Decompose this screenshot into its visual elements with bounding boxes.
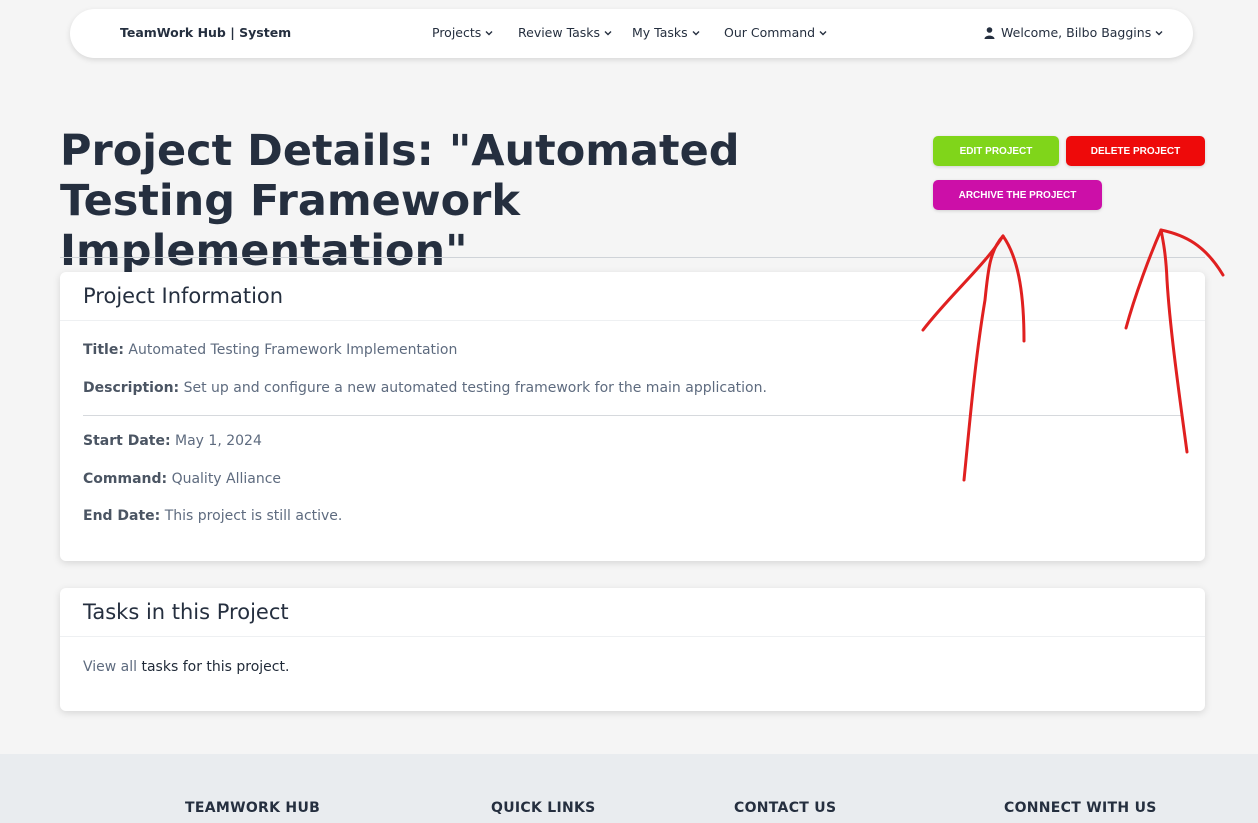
tasks-heading: Tasks in this Project <box>60 588 1205 637</box>
project-info-heading: Project Information <box>60 272 1205 321</box>
project-info-card: Project Information Title: Automated Tes… <box>60 272 1205 561</box>
end-date-label: End Date: <box>83 508 161 524</box>
arrow-under-delete-right-head <box>1159 228 1225 277</box>
user-welcome-label: Welcome, Bilbo Baggins <box>1001 25 1152 40</box>
top-navbar: TeamWork Hub | System Projects Review Ta… <box>70 9 1193 58</box>
nav-projects-label: Projects <box>432 25 482 40</box>
footer-heading-teamwork-hub: TEAMWORK HUB <box>185 800 321 816</box>
project-title-row: Title: Automated Testing Framework Imple… <box>83 342 457 358</box>
title-value: Automated Testing Framework Implementati… <box>128 342 458 358</box>
info-divider <box>83 415 1183 416</box>
view-all-tasks-link[interactable]: View all <box>83 659 137 675</box>
command-label: Command: <box>83 471 168 487</box>
nav-projects-dropdown[interactable]: Projects <box>432 25 494 40</box>
nav-review-tasks-label: Review Tasks <box>518 25 601 40</box>
nav-review-tasks-dropdown[interactable]: Review Tasks <box>518 25 613 40</box>
header-divider <box>60 257 1205 258</box>
archive-project-button[interactable]: Archive the Project <box>933 180 1102 210</box>
end-date-row: End Date: This project is still active. <box>83 508 342 524</box>
delete-project-button[interactable]: Delete Project <box>1066 136 1205 166</box>
project-description-row: Description: Set up and configure a new … <box>83 380 767 396</box>
footer-heading-connect: CONNECT WITH US <box>1004 800 1157 816</box>
project-tasks-card: Tasks in this Project View all tasks for… <box>60 588 1205 711</box>
end-date-value: This project is still active. <box>164 508 343 524</box>
title-label: Title: <box>83 342 124 358</box>
nav-my-tasks-dropdown[interactable]: My Tasks <box>632 25 701 40</box>
description-value: Set up and configure a new automated tes… <box>183 380 767 396</box>
start-date-value: May 1, 2024 <box>175 433 262 449</box>
start-date-label: Start Date: <box>83 433 171 449</box>
tasks-suffix-text: tasks for this project. <box>141 659 290 675</box>
chevron-down-icon <box>1155 30 1163 35</box>
command-row: Command: Quality Alliance <box>83 471 281 487</box>
chevron-down-icon <box>692 30 700 35</box>
chevron-down-icon <box>604 30 612 35</box>
page-title: Project Details: "Automated Testing Fram… <box>60 126 740 276</box>
footer-heading-contact-us: CONTACT US <box>734 800 837 816</box>
user-icon <box>984 26 995 39</box>
user-menu-dropdown[interactable]: Welcome, Bilbo Baggins <box>984 25 1164 40</box>
command-value: Quality Alliance <box>171 471 282 487</box>
brand-logo-text[interactable]: TeamWork Hub | System <box>120 25 291 40</box>
chevron-down-icon <box>485 30 493 35</box>
description-label: Description: <box>83 380 180 396</box>
chevron-down-icon <box>819 30 827 35</box>
edit-project-button[interactable]: Edit Project <box>933 136 1059 166</box>
nav-my-tasks-label: My Tasks <box>632 25 688 40</box>
tasks-view-all-line: View all tasks for this project. <box>83 659 289 675</box>
footer-heading-quick-links: QUICK LINKS <box>491 800 596 816</box>
start-date-row: Start Date: May 1, 2024 <box>83 433 262 449</box>
nav-our-command-dropdown[interactable]: Our Command <box>724 25 828 40</box>
nav-our-command-label: Our Command <box>724 25 816 40</box>
footer: TEAMWORK HUB QUICK LINKS CONTACT US CONN… <box>0 754 1258 823</box>
